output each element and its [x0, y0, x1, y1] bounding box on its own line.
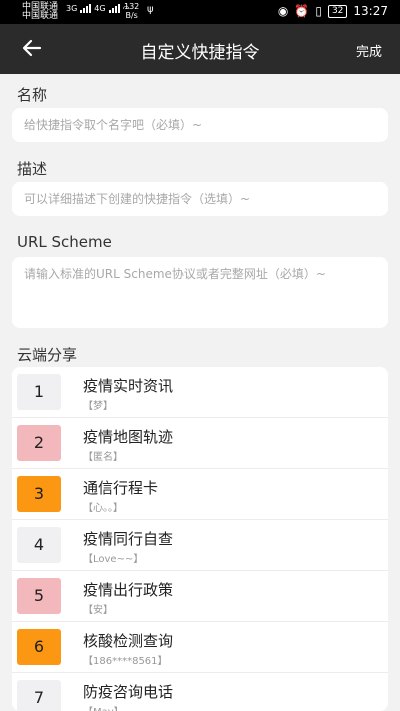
speed-value: 132: [124, 2, 140, 11]
shortcut-name: 疫情同行自查: [83, 530, 174, 548]
rank-badge: 6: [17, 629, 61, 665]
network-type-2: 4G: [94, 4, 106, 13]
eye-icon: ◉: [277, 4, 289, 18]
cloud-share-label: 云端分享: [17, 346, 78, 364]
alarm-icon: ⏰: [294, 4, 310, 18]
shortcut-author: 【匿名】: [83, 452, 123, 463]
rank-badge: 2: [17, 425, 61, 461]
name-label: 名称: [17, 86, 48, 104]
battery-icon: 32: [327, 4, 348, 18]
app-bar: 自定义快捷指令 完成: [0, 24, 400, 74]
shortcut-author: 【186****8561】: [83, 656, 168, 667]
signal-indicators: 3G 4G ◠: [66, 4, 130, 13]
shortcut-author: 【心。。】: [83, 503, 123, 514]
speed-unit: B/s: [125, 11, 138, 20]
network-speed: 132 B/s: [124, 2, 139, 20]
shortcut-author: 【安】: [83, 605, 113, 616]
done-button[interactable]: 完成: [356, 41, 382, 60]
vibrate-icon: ▯: [315, 4, 322, 18]
description-label: 描述: [17, 160, 48, 178]
list-item[interactable]: 5 疫情出行政策 【安】: [12, 571, 388, 622]
rank-badge: 4: [17, 527, 61, 563]
usb-icon: ψ: [147, 4, 154, 15]
cloud-share-list: 1 疫情实时资讯 【梦】 2 疫情地图轨迹 【匿名】 3 通信行程卡 【心。。】…: [12, 367, 388, 711]
carrier-labels: 中国联通 中国联通: [22, 3, 58, 21]
signal-bars-icon: [108, 4, 120, 13]
list-item[interactable]: 7 防疫咨询电话 【May】: [12, 673, 388, 711]
list-item[interactable]: 1 疫情实时资讯 【梦】: [12, 367, 388, 418]
list-item[interactable]: 2 疫情地图轨迹 【匿名】: [12, 418, 388, 469]
list-item[interactable]: 4 疫情同行自查 【Love~~】: [12, 520, 388, 571]
signal-bars-icon: [80, 4, 92, 13]
status-bar: 中国联通 中国联通 3G 4G ◠ 132 B/s ψ ◉ ⏰ ▯ 32 13:…: [0, 0, 400, 24]
description-input[interactable]: [12, 182, 388, 216]
url-scheme-label: URL Scheme: [17, 233, 112, 251]
shortcut-name: 疫情实时资讯: [83, 377, 174, 395]
page-title: 自定义快捷指令: [140, 43, 260, 63]
status-right: ◉ ⏰ ▯ 32 13:27: [278, 4, 388, 18]
shortcut-name: 疫情出行政策: [83, 581, 174, 599]
rank-badge: 1: [17, 374, 61, 410]
clock: 13:27: [353, 4, 388, 18]
carrier-2: 中国联通: [22, 11, 59, 21]
shortcut-name: 通信行程卡: [83, 479, 159, 497]
shortcut-author: 【梦】: [83, 401, 113, 412]
shortcut-author: 【May】: [83, 703, 124, 711]
rank-badge: 5: [17, 578, 61, 614]
name-input[interactable]: [12, 108, 388, 142]
list-item[interactable]: 3 通信行程卡 【心。。】: [12, 469, 388, 520]
rank-badge: 3: [17, 476, 61, 512]
network-type-1: 3G: [66, 4, 78, 13]
shortcut-name: 疫情地图轨迹: [83, 428, 174, 446]
rank-badge: 7: [17, 680, 61, 711]
list-item[interactable]: 6 核酸检测查询 【186****8561】: [12, 622, 388, 673]
shortcut-author: 【Love~~】: [83, 554, 144, 565]
shortcut-name: 核酸检测查询: [83, 632, 174, 650]
url-scheme-input[interactable]: [12, 257, 388, 328]
shortcut-name: 防疫咨询电话: [83, 683, 174, 701]
